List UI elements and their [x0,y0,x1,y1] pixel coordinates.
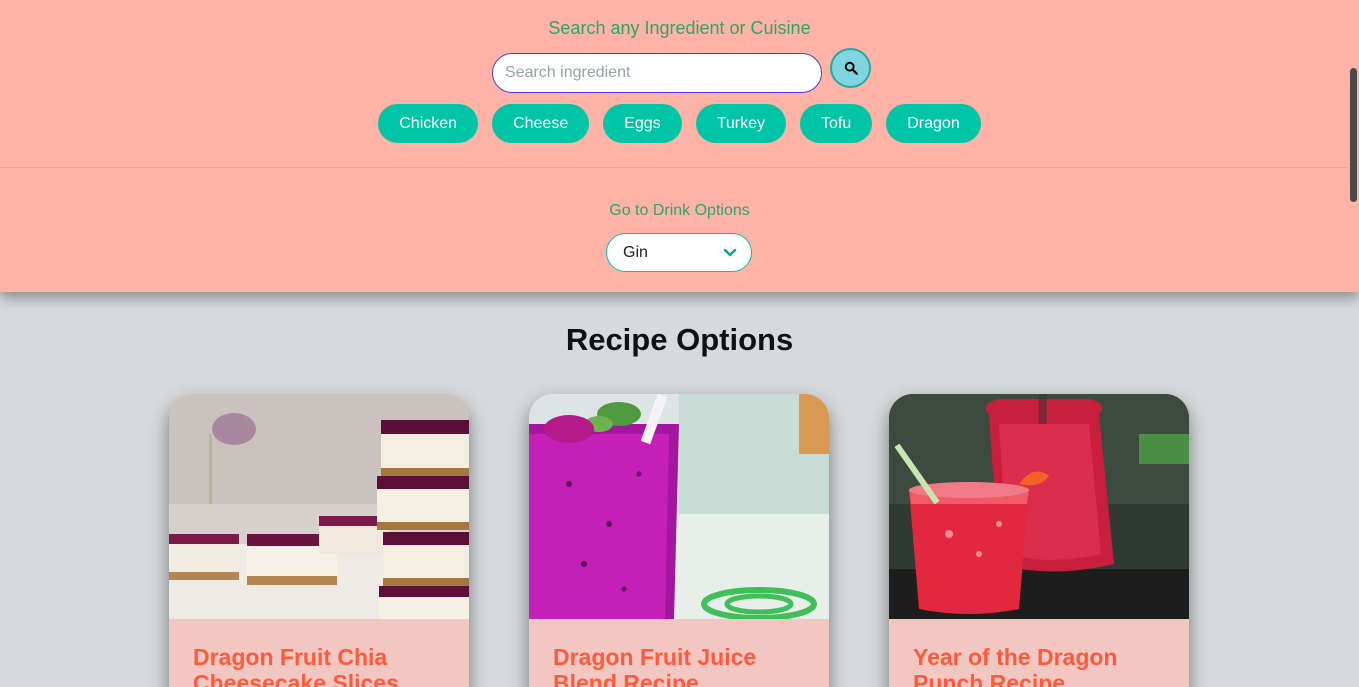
recipe-card[interactable]: Dragon Fruit Chia Cheesecake Slices [169,394,469,687]
chevron-down-icon [723,248,737,256]
chip-cheese[interactable]: Cheese [492,104,590,143]
drink-select-value: Gin [623,243,648,261]
recipe-image [169,394,469,619]
chip-chicken[interactable]: Chicken [378,104,479,143]
recipe-title[interactable]: Year of the Dragon Punch Recipe [913,644,1173,687]
search-label: Search any Ingredient or Cuisine [548,18,811,38]
top-header: Search any Ingredient or Cuisine Chicken… [0,0,1359,292]
chip-eggs[interactable]: Eggs [603,104,682,143]
ingredient-chips: Chicken Cheese Eggs Turkey Tofu Dragon [0,104,1359,143]
recipe-image [889,394,1189,619]
search-icon [844,61,858,75]
recipe-card[interactable]: Year of the Dragon Punch Recipe [889,394,1189,687]
scrollbar[interactable] [1350,68,1357,202]
drink-select[interactable]: Gin [606,233,752,272]
search-input[interactable] [492,53,822,93]
search-button[interactable] [830,48,871,88]
recipe-title[interactable]: Dragon Fruit Juice Blend Recipe [553,644,813,687]
chip-turkey[interactable]: Turkey [695,104,786,143]
section-title: Recipe Options [565,322,794,357]
chip-dragon[interactable]: Dragon [886,104,981,143]
chip-tofu[interactable]: Tofu [800,104,873,143]
recipe-image [529,394,829,619]
drink-options-label: Go to Drink Options [609,202,750,219]
header-divider [0,167,1348,168]
recipe-title[interactable]: Dragon Fruit Chia Cheesecake Slices [193,644,453,687]
recipe-card[interactable]: Dragon Fruit Juice Blend Recipe [529,394,829,687]
